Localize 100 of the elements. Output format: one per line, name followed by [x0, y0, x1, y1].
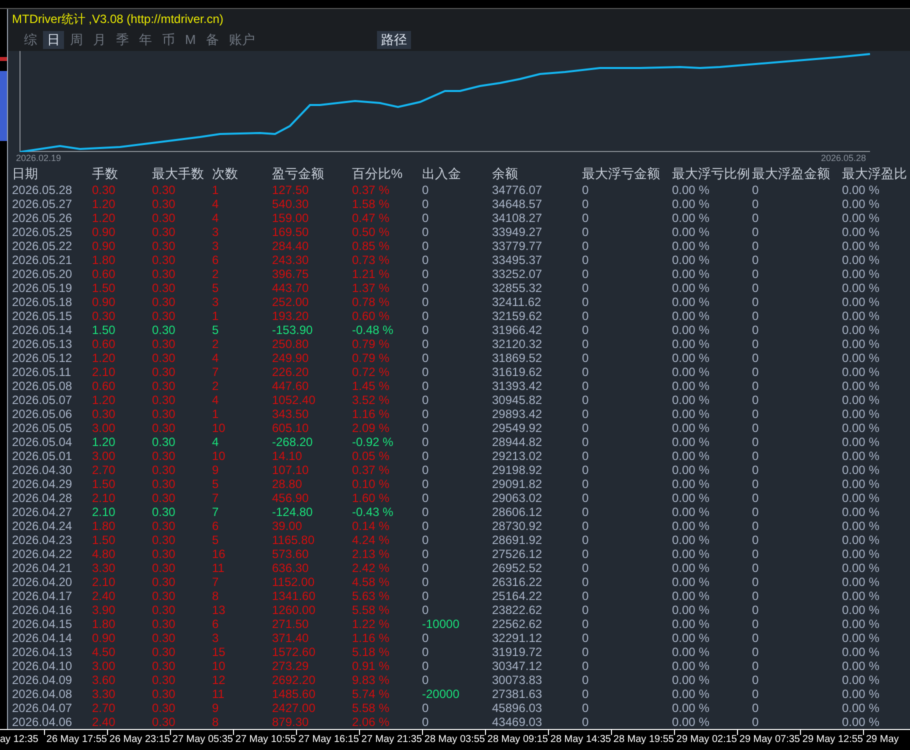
table-cell-text: 29893.42 [492, 407, 544, 421]
table-cell-text: 0.00 % [842, 561, 880, 575]
table-cell-text: 0.30 [152, 225, 176, 239]
table-cell-text: 13 [212, 603, 226, 617]
table-cell-text: 0.00 % [672, 421, 710, 435]
table-cell-text: 0.30 [152, 309, 176, 323]
chart-end-date: 2026.05.28 [820, 152, 866, 165]
table-cell-text: 243.30 [272, 253, 310, 267]
table-cell-text: 0 [752, 673, 760, 687]
table-cell-text: 0.00 % [842, 533, 880, 547]
column-header: 次数 [212, 167, 239, 183]
table-cell-text: 32411.62 [492, 295, 542, 309]
time-axis-label: 27 May 10:55 [235, 733, 296, 747]
table-cell-text: 0.78 % [352, 295, 390, 309]
table-cell-text: 0.47 % [352, 211, 390, 225]
table-cell-text: 5.58 % [352, 603, 390, 617]
table-cell-text: 0.30 [152, 407, 176, 421]
table-cell-text: 0.00 % [672, 281, 710, 295]
table-cell-text: 169.50 [272, 225, 310, 239]
table-cell-text: 127.50 [272, 183, 310, 197]
table-cell-text: 0 [422, 379, 430, 393]
table-cell-text: 3 [212, 225, 220, 239]
table-cell-text: 0 [582, 183, 590, 197]
table-cell-text: 1.45 % [352, 379, 390, 393]
time-axis-label: 27 May 16:15 [298, 733, 359, 747]
table-cell-text: 43469.03 [492, 715, 544, 729]
time-axis-label: 28 May 19:55 [613, 733, 674, 747]
table-cell-text: 0.30 [152, 337, 176, 351]
period-tab[interactable]: 季 [112, 31, 133, 50]
table-cell-text: 0 [422, 309, 430, 323]
period-tab[interactable]: 日 [43, 31, 64, 50]
table-cell-text: 0.30 [152, 253, 176, 267]
table-cell-text: 0.30 [152, 589, 176, 603]
table-cell-text: 0 [422, 211, 430, 225]
chart-start-date: 2026.02.19 [16, 152, 62, 165]
table-cell-text: 2026.04.24 [12, 519, 74, 533]
table-cell-text: 0.00 % [842, 197, 880, 211]
table-cell-text: 0 [422, 715, 430, 729]
period-tab[interactable]: 账户 [224, 31, 259, 50]
period-tab[interactable]: 年 [135, 31, 156, 50]
table-cell-text: 0.00 % [842, 463, 880, 477]
path-button[interactable]: 路径 [376, 31, 411, 50]
table-cell-text: 0.00 % [842, 267, 880, 281]
table-cell-text: 33949.27 [492, 225, 544, 239]
period-tab[interactable]: 周 [66, 31, 87, 50]
table-cell-text: 284.40 [272, 239, 310, 253]
table-cell-text: 0.30 [152, 197, 176, 211]
table-cell-text: 107.10 [272, 463, 310, 477]
table-cell-text: 1.16 % [352, 407, 390, 421]
period-tab[interactable]: 综 [20, 31, 41, 50]
table-cell-text: 0 [752, 603, 760, 617]
table-cell-text: 0.14 % [352, 519, 390, 533]
table-cell-text: 32159.62 [492, 309, 544, 323]
table-cell-text: 0 [752, 379, 760, 393]
table-cell-text: 2.40 [92, 715, 116, 729]
table-cell-text: 2.09 % [352, 421, 390, 435]
table-cell-text: 2026.04.28 [12, 491, 74, 505]
table-cell-text: 2.70 [92, 463, 116, 477]
table-cell-text: 0 [582, 211, 590, 225]
table-cell-text: 30347.12 [492, 659, 544, 673]
table-cell-text: 0 [752, 617, 760, 631]
table-cell-text: 23822.62 [492, 603, 544, 617]
time-axis-label: 29 May 02:15 [676, 733, 737, 747]
table-cell-text: 0 [422, 421, 430, 435]
table-cell-text: 0 [752, 267, 760, 281]
table-cell-text: 1572.60 [272, 645, 316, 659]
table-cell-text: 0.30 [152, 701, 176, 715]
table-cell-text: 0.00 % [842, 211, 880, 225]
table-cell-text: 34108.27 [492, 211, 544, 225]
table-cell-text: 0 [752, 435, 760, 449]
table-cell-text: 0.00 % [842, 617, 880, 631]
period-tab[interactable]: 月 [89, 31, 110, 50]
table-cell-text: 2026.05.19 [12, 281, 74, 295]
table-cell-text: 0 [582, 575, 590, 589]
table-cell-text: 0 [752, 645, 760, 659]
table-cell-text: 1.20 [92, 197, 116, 211]
table-cell-text: 0 [422, 183, 430, 197]
table-cell-text: -0.43 % [352, 505, 394, 519]
table-cell-text: 0 [582, 421, 590, 435]
table-cell-text: 0 [582, 267, 590, 281]
table-cell-text: 0.00 % [672, 337, 710, 351]
table-cell-text: 0.30 [152, 449, 176, 463]
table-cell-text: 0.00 % [672, 561, 710, 575]
period-tab[interactable]: M [181, 31, 200, 50]
table-cell-text: 29198.92 [492, 463, 544, 477]
table-cell-text: 250.80 [272, 337, 310, 351]
table-cell-text: 0 [752, 225, 760, 239]
table-cell-text: 0.00 % [672, 645, 710, 659]
table-cell-text: 0 [582, 337, 590, 351]
table-cell-text: 33252.07 [492, 267, 544, 281]
table-cell-text: 8 [212, 715, 220, 729]
table-cell-text: 540.30 [272, 197, 310, 211]
table-cell-text: 2026.04.27 [12, 505, 74, 519]
table-cell-text: 1.50 [92, 323, 116, 337]
table-cell-text: 2.10 [92, 365, 116, 379]
table-cell-text: 0.00 % [842, 505, 880, 519]
table-cell-text: 45896.03 [492, 701, 544, 715]
table-cell-text: 0 [422, 449, 430, 463]
period-tab[interactable]: 备 [202, 31, 223, 50]
period-tab[interactable]: 币 [158, 31, 179, 50]
